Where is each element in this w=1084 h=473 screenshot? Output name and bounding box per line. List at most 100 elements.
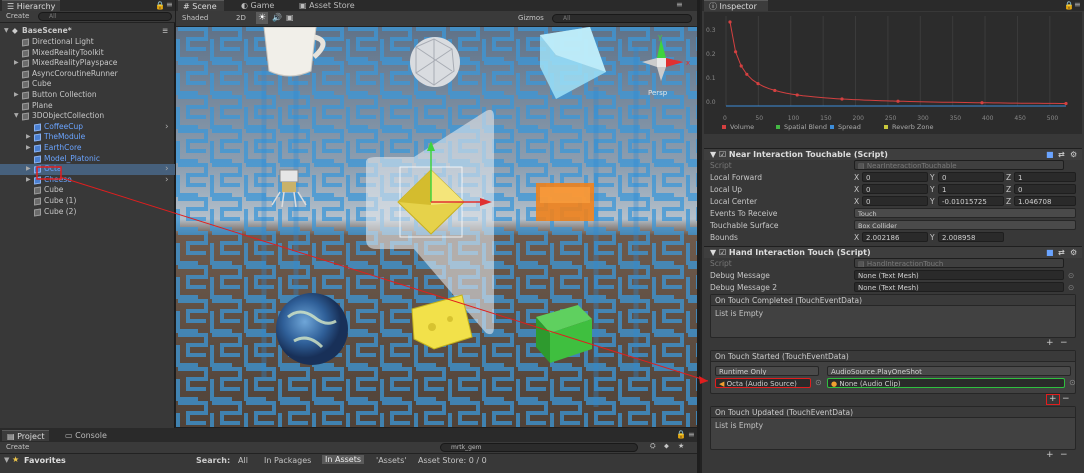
- component-enabled-checkbox[interactable]: ☑: [719, 248, 726, 257]
- hierarchy-item[interactable]: CoffeeCup ›: [0, 122, 175, 133]
- hand-interaction-touch-header[interactable]: ▼ ☑ Hand Interaction Touch (Script) ■ ⇄ …: [704, 246, 1082, 258]
- shading-mode-dropdown[interactable]: Shaded: [182, 14, 208, 22]
- bounds-y[interactable]: 2.008958: [938, 232, 1004, 242]
- panel-menu-icon[interactable]: ≡: [1074, 0, 1081, 9]
- scene-root[interactable]: ▼ ◆ BaseScene* ≡: [0, 26, 175, 37]
- hierarchy-item[interactable]: Cube (2): [0, 207, 175, 218]
- prefab-open-icon[interactable]: ›: [165, 175, 169, 186]
- expand-arrow-icon[interactable]: ▼: [14, 111, 19, 122]
- audio-toggle-icon[interactable]: 🔊: [272, 13, 282, 22]
- remove-event-button[interactable]: −: [1060, 338, 1068, 348]
- debug-message-field[interactable]: None (Text Mesh): [854, 270, 1064, 280]
- volume-curve-key[interactable]: [728, 20, 732, 24]
- hierarchy-item[interactable]: Model_Platonic: [0, 154, 175, 165]
- label-filter-icon[interactable]: ⬥: [664, 442, 669, 451]
- project-create-dropdown[interactable]: Create: [6, 443, 29, 451]
- tab-hierarchy[interactable]: ☰ Hierarchy: [2, 0, 61, 11]
- hierarchy-item[interactable]: Cube (1): [0, 196, 175, 207]
- object-picker-icon[interactable]: ⊙: [815, 378, 822, 387]
- audio-clip-field[interactable]: ● None (Audio Clip): [827, 378, 1065, 388]
- hierarchy-item[interactable]: ▶ EarthCore: [0, 143, 175, 154]
- hierarchy-item[interactable]: ▶ MixedRealityPlayspace: [0, 58, 175, 69]
- lock-icon[interactable]: 🔒: [155, 1, 165, 10]
- collapse-arrow-icon[interactable]: ▶: [14, 58, 19, 69]
- foldout-arrow-icon[interactable]: ▼: [710, 248, 716, 257]
- local-up-z[interactable]: 0: [1014, 184, 1076, 194]
- collapse-arrow-icon[interactable]: ▶: [26, 143, 31, 154]
- volume-curve-key[interactable]: [739, 64, 743, 68]
- prefab-open-icon[interactable]: ›: [165, 164, 169, 175]
- rolloff-graph[interactable]: 0 50 100 150 200 250 300 350 400 450 500 0.3 0.2 0.1 0…: [704, 12, 1082, 134]
- scene-search-input[interactable]: All: [552, 14, 692, 23]
- add-event-button[interactable]: +: [1046, 450, 1054, 460]
- filter-all[interactable]: All: [238, 456, 248, 465]
- volume-curve-key[interactable]: [773, 88, 777, 93]
- foldout-arrow-icon[interactable]: ▼: [710, 150, 716, 159]
- local-forward-y[interactable]: 0: [938, 172, 1004, 182]
- debug-message-2-field[interactable]: None (Text Mesh): [854, 282, 1064, 292]
- volume-curve-key[interactable]: [756, 82, 760, 86]
- collapse-arrow-icon[interactable]: ▶: [26, 164, 31, 175]
- expand-arrow-icon[interactable]: ▼: [4, 26, 9, 37]
- local-center-x[interactable]: 0: [862, 196, 928, 206]
- volume-curve-key[interactable]: [745, 72, 749, 76]
- volume-curve-key[interactable]: [840, 97, 844, 101]
- favorites-label[interactable]: Favorites: [24, 456, 66, 465]
- volume-curve-key[interactable]: [896, 99, 900, 103]
- tab-scene[interactable]: # Scene: [178, 0, 224, 11]
- add-listener-button[interactable]: +: [1046, 394, 1060, 405]
- project-search-input[interactable]: mrtk_gem: [440, 443, 638, 452]
- component-enabled-checkbox[interactable]: ☑: [719, 150, 726, 159]
- filter-asset-store[interactable]: Asset Store: 0 / 0: [418, 456, 487, 465]
- create-dropdown[interactable]: Create: [6, 12, 29, 20]
- orange-cube-object[interactable]: [536, 183, 594, 221]
- local-center-y[interactable]: -0.01015725: [938, 196, 1004, 206]
- local-forward-z[interactable]: 1: [1014, 172, 1076, 182]
- hierarchy-item[interactable]: Plane: [0, 101, 175, 112]
- hierarchy-item[interactable]: MixedRealityToolkit: [0, 48, 175, 59]
- scene-viewport[interactable]: y x Persp: [176, 27, 697, 427]
- remove-event-button[interactable]: −: [1060, 450, 1068, 460]
- collapse-arrow-icon[interactable]: ▶: [26, 175, 31, 186]
- volume-curve-key[interactable]: [980, 101, 984, 105]
- local-up-x[interactable]: 0: [862, 184, 928, 194]
- tab-asset-store[interactable]: ▣ Asset Store: [294, 0, 360, 11]
- collapse-arrow-icon[interactable]: ▶: [26, 132, 31, 143]
- volume-curve-key[interactable]: [1064, 101, 1068, 106]
- panel-menu-icon[interactable]: ≡: [688, 430, 695, 439]
- object-picker-icon[interactable]: ⊙: [1068, 282, 1074, 293]
- lighting-toggle-icon[interactable]: ☀: [256, 12, 268, 24]
- hierarchy-item[interactable]: ▶ Cheese ›: [0, 175, 175, 186]
- gizmos-dropdown[interactable]: Gizmos: [518, 14, 544, 22]
- scene-menu-icon[interactable]: ≡: [162, 26, 168, 37]
- runtime-mode-dropdown[interactable]: Runtime Only: [715, 366, 819, 376]
- hierarchy-item[interactable]: ▶ Octa ›: [0, 164, 175, 175]
- lock-icon[interactable]: 🔒: [1064, 1, 1074, 10]
- volume-curve-key[interactable]: [795, 93, 799, 97]
- local-center-z[interactable]: 1.046708: [1014, 196, 1076, 206]
- hierarchy-item[interactable]: ▶ Button Collection: [0, 90, 175, 101]
- tab-inspector[interactable]: ⓘ Inspector: [704, 0, 768, 11]
- object-picker-icon[interactable]: ⊙: [1069, 378, 1076, 387]
- function-dropdown[interactable]: AudioSource.PlayOneShot: [827, 366, 1071, 376]
- filter-in-assets[interactable]: In Assets: [322, 455, 365, 464]
- perspective-label[interactable]: Persp: [648, 89, 667, 97]
- tab-console[interactable]: ▭ Console: [60, 430, 112, 441]
- add-event-button[interactable]: +: [1046, 338, 1054, 348]
- toggle-2d-button[interactable]: 2D: [236, 14, 246, 22]
- remove-listener-button[interactable]: −: [1062, 394, 1070, 404]
- platonic-object[interactable]: [410, 37, 460, 87]
- filter-assets-folder[interactable]: 'Assets': [376, 456, 406, 465]
- event-target-field[interactable]: ◀ Octa (Audio Source): [715, 378, 811, 388]
- local-up-y[interactable]: 1: [938, 184, 1004, 194]
- events-to-receive-dropdown[interactable]: Touch: [854, 208, 1076, 218]
- filter-icon[interactable]: ⛭: [650, 442, 656, 451]
- volume-curve-key[interactable]: [734, 50, 738, 54]
- hierarchy-item[interactable]: Cube: [0, 185, 175, 196]
- tab-project[interactable]: ▤ Project: [2, 430, 50, 441]
- effects-toggle-icon[interactable]: ▣: [286, 13, 294, 22]
- prefab-open-icon[interactable]: ›: [165, 122, 169, 133]
- bounds-x[interactable]: 2.002186: [862, 232, 928, 242]
- local-forward-x[interactable]: 0: [862, 172, 928, 182]
- favorite-star-icon[interactable]: ★: [678, 442, 684, 450]
